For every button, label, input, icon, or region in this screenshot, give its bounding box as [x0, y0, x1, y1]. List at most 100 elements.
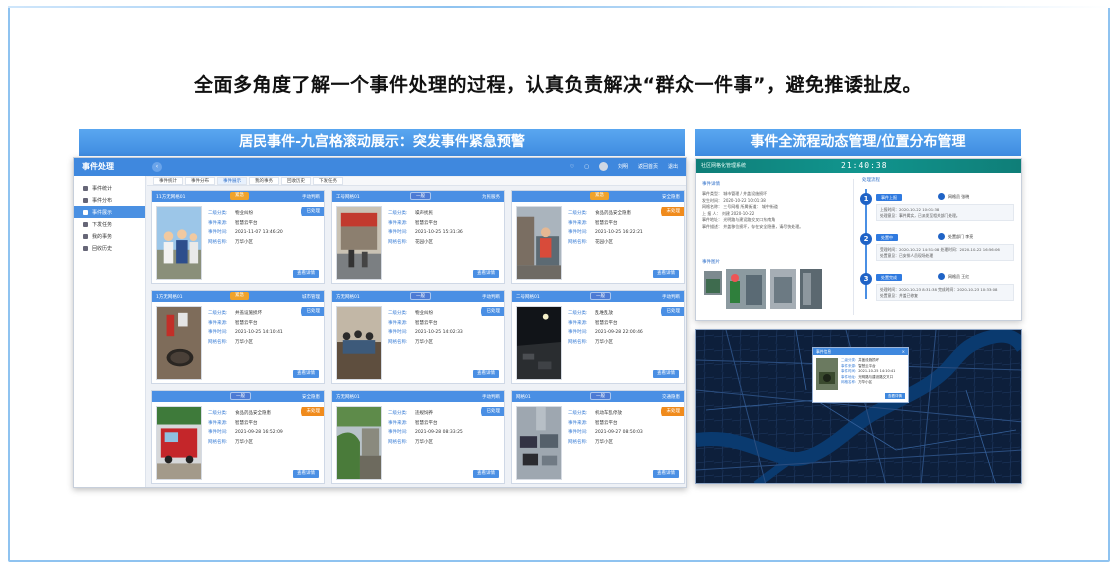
event-card[interactable]: 紧急 安全隐患 未处理 二级分类: 食品药品安全隐患 事件来源: 智慧云平台 事件时间: 202… [511, 190, 685, 284]
user-name[interactable]: 刘明 [618, 163, 628, 170]
field-key: 网格名称: [388, 239, 408, 245]
event-card[interactable]: 方无网格01 手动判断 已处理 二级分类: 违规饲养 事件来源: 智慧云平台 事件时间: 202… [331, 390, 505, 484]
event-photo[interactable] [156, 406, 202, 480]
close-icon[interactable]: × [902, 348, 905, 355]
field-key: 事件来源: [208, 220, 228, 226]
handler-name: 网格员 王红 [948, 273, 970, 279]
event-images: 事件图片 [702, 259, 850, 315]
priority-badge: 一般 [590, 392, 611, 400]
step-number: 3 [860, 273, 872, 285]
category-label: 手动判断 [302, 194, 320, 200]
event-photo[interactable] [516, 206, 562, 280]
popup-field-key: 网格名称: [841, 380, 857, 384]
logout-link[interactable]: 退出 [668, 163, 678, 170]
field-row: 事件来源: 智慧云平台 [568, 319, 678, 329]
popup-view-button[interactable]: 查看详情 [885, 393, 905, 399]
frame-accent [8, 6, 1110, 8]
fullscreen-icon[interactable]: ▢ [584, 164, 589, 170]
step-number: 1 [860, 193, 872, 205]
event-card[interactable]: 1方无网格01 紧急 城市管理 已处理 二级分类: 井盖设施损坏 事件来源: 智慧云平台 事件时… [151, 290, 325, 384]
view-details-button[interactable]: 查看详情 [653, 370, 679, 378]
view-details-button[interactable]: 查看详情 [293, 270, 319, 278]
step-number: 2 [860, 233, 872, 245]
process-header: 社区网格化管理系统 21:40:38 [696, 159, 1021, 173]
event-location-map[interactable]: 事件信息 × 二级分类: 井盖设施损坏 事件来源: 智慧云平台 事件时间: 2021-10… [695, 329, 1022, 484]
field-key: 事件时间: [568, 330, 588, 335]
field-value: 井盖设施损坏 [235, 311, 262, 316]
event-card[interactable]: 11方无网格01 紧急 手动判断 已处理 二级分类: 物业纠纷 事件来源: 智慧云平台 事件时间… [151, 190, 325, 284]
category-label: 手动判断 [482, 394, 500, 400]
field-value: 智慧云平台 [415, 220, 438, 226]
tab[interactable]: 事件统计 [153, 177, 183, 185]
sidebar-item-label: 下发任务 [92, 221, 113, 228]
field-row: 事件来源: 智慧云平台 [388, 219, 498, 229]
event-card[interactable]: 方无网格01 一般 手动判断 已处理 二级分类: 物业纠纷 事件来源: 智慧云平台 事件时间: 2… [331, 290, 505, 384]
avatar[interactable] [598, 162, 608, 171]
event-photo[interactable] [516, 306, 562, 380]
field-key: 事件来源: [388, 320, 408, 326]
view-details-button[interactable]: 查看详情 [473, 270, 499, 278]
sidebar-item[interactable]: 回收历史 [74, 242, 145, 254]
view-details-button[interactable]: 查看详情 [473, 470, 499, 478]
field-row: 事件来源: 智慧云平台 [388, 419, 498, 429]
sidebar-item[interactable]: 事件分布 [74, 194, 145, 206]
event-image-thumbnails[interactable] [702, 269, 850, 315]
panel-divider [853, 179, 854, 315]
field-row: 事件时间: 2021-09-28 08:33:25 [388, 428, 498, 438]
app-logo: 事件处理 [82, 162, 114, 171]
event-photo[interactable] [336, 306, 382, 380]
card-title: 网格01 [516, 394, 531, 400]
sidebar-item[interactable]: 下发任务 [74, 218, 145, 230]
event-photo[interactable] [156, 306, 202, 380]
card-title: 方无网格01 [336, 294, 360, 300]
home-link[interactable]: 返回首页 [638, 163, 658, 170]
event-photo[interactable] [156, 206, 202, 280]
field-value: 花园小区 [595, 239, 613, 245]
step-badge: 处置完成 [876, 274, 902, 281]
field-value: 2021-10-25 14:02:33 [415, 330, 463, 335]
event-card[interactable]: 网格01 一般 交通隐患 未处理 二级分类: 机动车乱停放 事件来源: 智慧云平台 事件时间: 2… [511, 390, 685, 484]
card-fields: 二级分类: 乱堆乱放 事件来源: 智慧云平台 事件时间: 2021-09-28 22:00… [568, 309, 678, 347]
field-value: 智慧云平台 [595, 220, 618, 226]
view-details-button[interactable]: 查看详情 [293, 470, 319, 478]
favorite-icon[interactable]: ♡ [570, 164, 574, 170]
view-details-button[interactable]: 查看详情 [293, 370, 319, 378]
field-value: 2021-09-27 08:50:03 [595, 430, 643, 435]
flow-heading: 处理流程 [862, 178, 880, 183]
map-event-popup[interactable]: 事件信息 × 二级分类: 井盖设施损坏 事件来源: 智慧云平台 事件时间: 2021-10… [812, 347, 909, 403]
event-card[interactable]: 二号网格01 一般 手动判断 已处理 二级分类: 乱堆乱放 事件来源: 智慧云平台 事件时间: 2… [511, 290, 685, 384]
event-card[interactable]: 工号网格01 一般 为民服务 二级分类: 噪声扰民 事件来源: 智慧云平台 事件时间: 2021… [331, 190, 505, 284]
tab[interactable]: 回收历史 [281, 177, 311, 185]
tab[interactable]: 事件展示 [217, 177, 247, 185]
tab[interactable]: 事件分布 [185, 177, 215, 185]
card-header: 紧急 安全隐患 [512, 191, 684, 202]
clock: 21:40:38 [841, 161, 888, 170]
field-key: 事件来源: [388, 220, 408, 226]
priority-badge: 紧急 [230, 192, 249, 200]
event-photo[interactable] [516, 406, 562, 480]
field-key: 事件时间: [208, 430, 228, 435]
view-details-button[interactable]: 查看详情 [653, 470, 679, 478]
tab[interactable]: 下发任务 [313, 177, 343, 185]
view-details-button[interactable]: 查看详情 [473, 370, 499, 378]
tab[interactable]: 我的事务 [249, 177, 279, 185]
app-sidebar: 事件统计事件分布事件展示下发任务我的事务 回收历史 [74, 176, 146, 487]
field-key: 事件来源: [208, 320, 228, 326]
step-handler: 处置部门 李亮 [938, 233, 973, 240]
collapse-icon[interactable]: ‹ [152, 162, 162, 172]
app-tab-bar: 事件统计 事件分布 事件展示 我的事务 回收历史 下发任务 [147, 177, 686, 186]
category-label: 为民服务 [482, 194, 500, 200]
slide-headline: 全面多角度了解一个事件处理的过程，认真负责解决“群众一件事”，避免推诿扯皮。 [194, 74, 922, 96]
sidebar-item-label: 事件分布 [92, 197, 113, 204]
sidebar-item[interactable]: 事件展示 [74, 206, 145, 218]
field-row: 事件来源: 智慧云平台 [568, 419, 678, 429]
sidebar-item[interactable]: 我的事务 [74, 230, 145, 242]
view-details-button[interactable]: 查看详情 [653, 270, 679, 278]
field-row: 网格名称: 花园小区 [568, 238, 678, 248]
event-card[interactable]: 一般 安全隐患 未处理 二级分类: 食品药品安全隐患 事件来源: 智慧云平台 事件时间: 202… [151, 390, 325, 484]
event-photo[interactable] [336, 406, 382, 480]
sidebar-item[interactable]: 事件统计 [74, 182, 145, 194]
event-photo[interactable] [336, 206, 382, 280]
field-value: 2021-10-25 15:31:36 [415, 230, 463, 235]
priority-badge: 一般 [410, 192, 431, 200]
